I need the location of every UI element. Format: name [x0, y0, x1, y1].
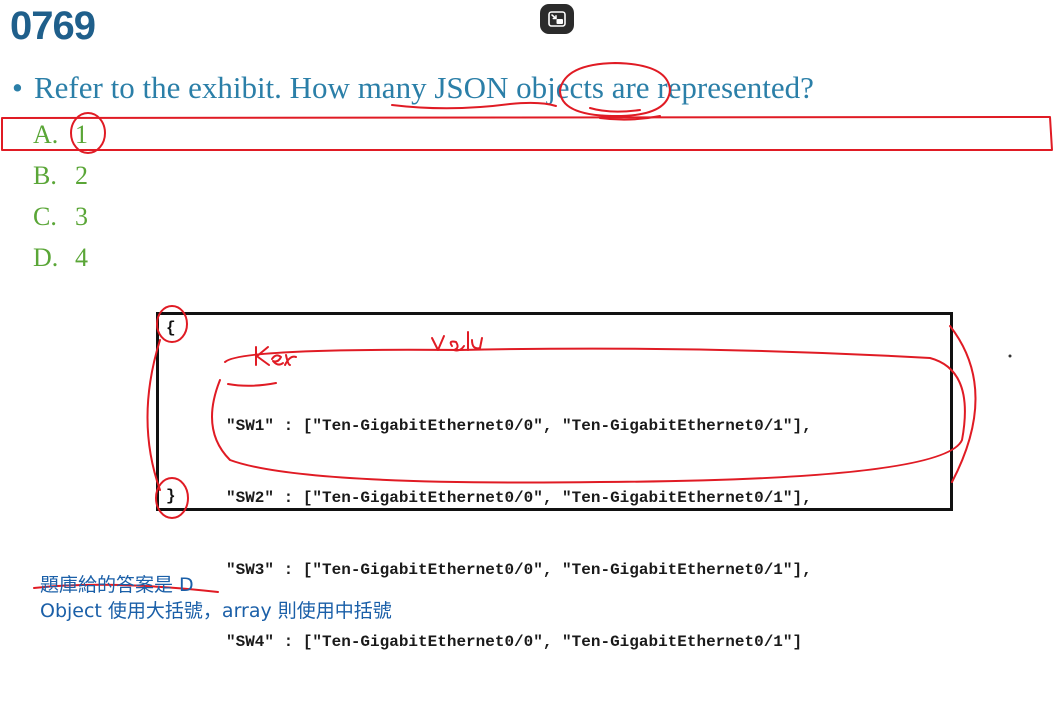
- close-brace: }: [166, 487, 176, 505]
- option-value: 2: [75, 161, 88, 190]
- json-code: "SW1" : ["Ten-GigabitEthernet0/0", "Ten-…: [226, 366, 812, 702]
- note-answer-line: 題庫給的答案是 D: [40, 574, 194, 596]
- question-text: Refer to the exhibit. How many JSON obje…: [34, 70, 814, 105]
- option-letter: D.: [33, 243, 59, 272]
- option-letter: A.: [33, 120, 59, 149]
- option-c[interactable]: C. 3: [33, 196, 88, 237]
- note-explanation-line: Object 使用大括號，array 則使用中括號: [40, 600, 392, 622]
- option-value: 1: [75, 120, 88, 149]
- code-line: "SW2" : ["Ten-GigabitEthernet0/0", "Ten-…: [226, 489, 812, 507]
- code-line: "SW1" : ["Ten-GigabitEthernet0/0", "Ten-…: [226, 417, 812, 435]
- question: • Refer to the exhibit. How many JSON obj…: [12, 70, 814, 106]
- exit-fullscreen-icon: [548, 11, 566, 27]
- option-letter: C.: [33, 202, 57, 231]
- question-number: 0769: [10, 4, 96, 48]
- open-brace: {: [166, 319, 176, 337]
- question-bullet: •: [12, 70, 23, 105]
- right-bracket: [949, 325, 977, 483]
- code-line: "SW4" : ["Ten-GigabitEthernet0/0", "Ten-…: [226, 633, 803, 651]
- option-d[interactable]: D. 4: [33, 237, 88, 278]
- option-letter: B.: [33, 161, 57, 190]
- option-value: 3: [75, 202, 88, 231]
- exit-fullscreen-button[interactable]: [540, 4, 574, 34]
- option-value: 4: [75, 243, 88, 272]
- option-b[interactable]: B. 2: [33, 155, 88, 196]
- option-a[interactable]: A. 1: [33, 114, 88, 155]
- answer-notes: 題庫給的答案是 D Object 使用大括號，array 則使用中括號: [40, 572, 392, 624]
- answer-options: A. 1 B. 2 C. 3 D. 4: [33, 114, 88, 278]
- answer-highlight-box: [1, 116, 1053, 151]
- json-exhibit: { "SW1" : ["Ten-GigabitEthernet0/0", "Te…: [156, 312, 953, 651]
